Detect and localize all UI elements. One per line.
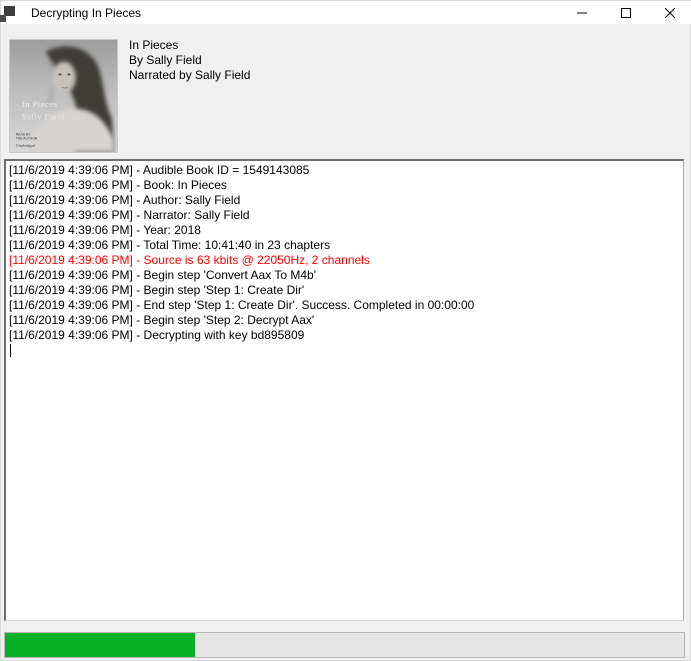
cover-title-text: In Pieces xyxy=(22,99,58,109)
progress-bar-fill xyxy=(5,633,195,657)
titlebar[interactable]: Decrypting In Pieces xyxy=(1,1,691,24)
book-info: In Pieces By Sally Field Narrated by Sal… xyxy=(129,38,250,83)
log-line: [11/6/2019 4:39:06 PM] - Source is 63 kb… xyxy=(9,253,680,268)
maximize-button[interactable] xyxy=(604,1,648,24)
close-icon xyxy=(665,8,675,18)
minimize-icon xyxy=(577,8,587,18)
log-line: [11/6/2019 4:39:06 PM] - Begin step 'Con… xyxy=(9,268,680,283)
log-textbox[interactable]: [11/6/2019 4:39:06 PM] - Audible Book ID… xyxy=(4,159,684,621)
cover-author-text: Sally Field xyxy=(22,112,65,122)
log-line: [11/6/2019 4:39:06 PM] - End step 'Step … xyxy=(9,298,680,313)
app-squares-icon xyxy=(1,4,19,22)
book-title: In Pieces xyxy=(129,38,250,53)
progress-bar xyxy=(4,632,685,658)
window-title: Decrypting In Pieces xyxy=(31,6,141,20)
cover-edition-text: Unabridged xyxy=(16,144,35,148)
log-line: [11/6/2019 4:39:06 PM] - Audible Book ID… xyxy=(9,163,680,178)
caption-buttons xyxy=(560,1,691,24)
cover-readby2-text: THE AUTHOR xyxy=(16,137,38,141)
log-line: [11/6/2019 4:39:06 PM] - Total Time: 10:… xyxy=(9,238,680,253)
log-line: [11/6/2019 4:39:06 PM] - Begin step 'Ste… xyxy=(9,313,680,328)
cover-readby1-text: READ BY xyxy=(16,132,31,136)
book-narrator: Narrated by Sally Field xyxy=(129,68,250,83)
log-line: [11/6/2019 4:39:06 PM] - Author: Sally F… xyxy=(9,193,680,208)
close-button[interactable] xyxy=(648,1,691,24)
app-window: { "titlebar": { "title": "Decrypting In … xyxy=(0,0,691,661)
book-author: By Sally Field xyxy=(129,53,250,68)
log-line: [11/6/2019 4:39:06 PM] - Begin step 'Ste… xyxy=(9,283,680,298)
text-caret xyxy=(10,344,11,357)
book-cover-image: In Pieces Sally Field READ BY THE AUTHOR… xyxy=(9,39,118,153)
log-line: [11/6/2019 4:39:06 PM] - Year: 2018 xyxy=(9,223,680,238)
minimize-button[interactable] xyxy=(560,1,604,24)
log-line: [11/6/2019 4:39:06 PM] - Narrator: Sally… xyxy=(9,208,680,223)
log-line: [11/6/2019 4:39:06 PM] - Decrypting with… xyxy=(9,328,680,343)
log-line: [11/6/2019 4:39:06 PM] - Book: In Pieces xyxy=(9,178,680,193)
maximize-icon xyxy=(621,8,631,18)
